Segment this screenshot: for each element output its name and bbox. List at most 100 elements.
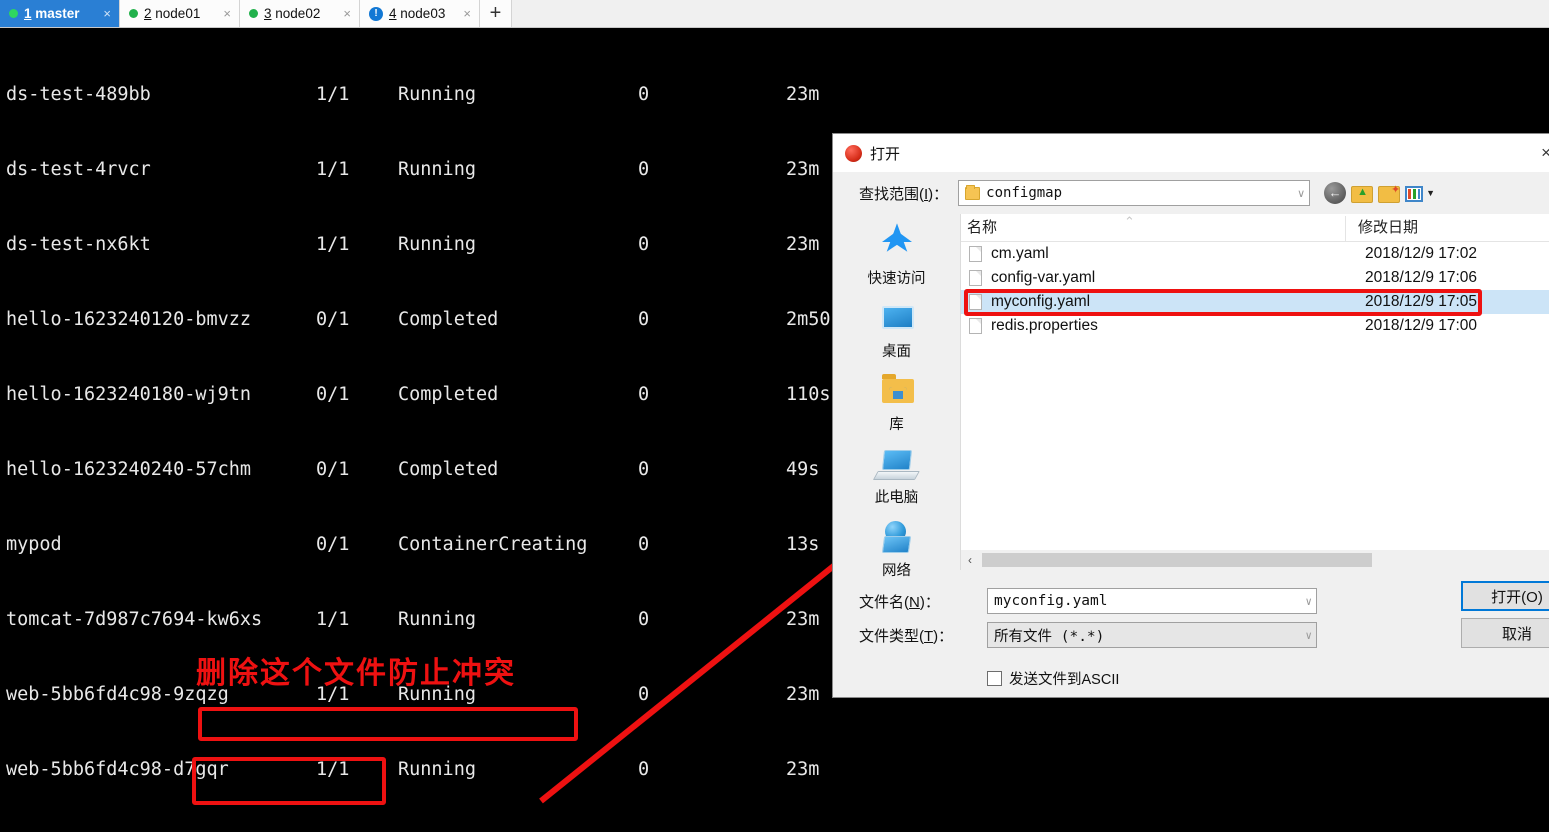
file-name: cm.yaml [991,245,1049,262]
horizontal-scrollbar[interactable]: ‹ [961,550,1549,570]
open-button[interactable]: 打开(O) [1461,581,1549,611]
filename-value: myconfig.yaml [994,593,1108,609]
terminal-tab-bar: 1 master × 2 node01 × 3 node02 × ! 4 nod… [0,0,1549,28]
chevron-down-icon[interactable]: ∨ [1305,629,1312,642]
close-icon[interactable]: × [211,6,231,21]
file-list-header: ⌃ 名称 修改日期 [961,214,1549,242]
dialog-toolbar: ← ▼ [1324,182,1435,204]
file-row-selected[interactable]: myconfig.yaml 2018/12/9 17:05 [961,290,1549,314]
file-date: 2018/12/9 17:02 [1365,245,1478,262]
tab-label: 3 node02 [264,6,320,21]
tab-number: 4 [389,6,397,21]
pod-row: ds-test-489bb 1/1 Running 0 23m [6,84,820,105]
place-label: 库 [889,417,904,433]
status-dot-icon [9,9,18,18]
scrollbar-track[interactable] [979,553,1549,567]
annotation-note: 删除这个文件防止冲突 [196,656,516,691]
tab-name: node02 [275,6,321,21]
filename-label: 文件名(N)： [859,593,940,611]
file-name: myconfig.yaml [991,293,1091,310]
tab-number: 1 [24,6,32,21]
scroll-left-icon[interactable]: ‹ [961,553,979,567]
file-date: 2018/12/9 17:06 [1365,269,1478,286]
tab-node01[interactable]: 2 node01 × [120,0,240,27]
up-folder-icon[interactable] [1351,185,1374,203]
cancel-button[interactable]: 取消 [1461,618,1549,648]
place-label: 快速访问 [867,271,926,287]
column-header-date[interactable]: 修改日期 [1346,216,1418,241]
close-icon[interactable]: × [451,6,471,21]
tab-number: 3 [264,6,272,21]
look-in-row: 查找范围(I)： configmap ∨ ← ▼ [833,172,1549,214]
app-logo-icon [845,144,862,162]
place-quick-access[interactable]: 快速访问 [833,224,960,291]
star-icon [875,227,919,265]
file-name: config-var.yaml [991,269,1096,286]
file-date: 2018/12/9 17:00 [1365,317,1478,334]
tab-name: node03 [400,6,446,21]
places-sidebar: 快速访问 桌面 库 此电脑 网络 [833,214,961,579]
this-pc-icon [875,446,919,484]
pod-row: web-5bb6fd4c98-d7gqr 1/1 Running 0 23m [6,759,820,780]
tab-label: 2 node01 [144,6,200,21]
place-desktop[interactable]: 桌面 [833,297,960,364]
sort-ascending-icon[interactable]: ⌃ [1124,214,1135,230]
file-icon [969,318,982,334]
look-in-combobox[interactable]: configmap ∨ [958,180,1311,206]
tab-label: 4 node03 [389,6,445,21]
file-name: redis.properties [991,317,1098,334]
dialog-form: 文件名(N)： myconfig.yaml ∨ 文件类型(T)： 所有文件 (*… [833,570,1549,689]
place-network[interactable]: 网络 [833,516,960,583]
status-dot-icon [129,9,138,18]
filetype-select[interactable]: 所有文件 (*.*) ∨ [987,622,1317,648]
file-list[interactable]: ⌃ 名称 修改日期 cm.yaml 2018/12/9 17:02 config… [961,214,1549,570]
file-icon [969,270,982,286]
desktop-icon [875,300,919,338]
chevron-down-icon[interactable]: ∨ [1305,595,1312,608]
filetype-value: 所有文件 (*.*) [994,628,1105,645]
filetype-label: 文件类型(T)： [859,627,954,645]
dialog-title-bar: 打开 × [833,134,1549,172]
dialog-title: 打开 [870,145,901,163]
network-icon [875,519,919,557]
scrollbar-thumb[interactable] [982,553,1372,567]
close-icon[interactable]: × [91,6,111,21]
file-icon [969,246,982,262]
file-row[interactable]: redis.properties 2018/12/9 17:00 [961,314,1549,338]
chevron-down-icon[interactable]: ▼ [1426,188,1435,198]
library-icon [875,373,919,411]
filetype-row: 文件类型(T)： 所有文件 (*.*) ∨ [833,618,1549,652]
status-dot-icon [249,9,258,18]
column-header-name[interactable]: 名称 [961,216,1346,241]
tab-name: node01 [155,6,201,21]
checkbox-icon[interactable] [987,671,1002,686]
place-label: 桌面 [882,344,911,360]
back-icon[interactable]: ← [1324,182,1347,204]
view-mode-icon[interactable] [1405,186,1424,202]
open-file-dialog: 打开 × 查找范围(I)： configmap ∨ ← ▼ 快速访 [832,133,1549,698]
close-icon[interactable]: × [1541,143,1549,163]
tab-node03[interactable]: ! 4 node03 × [360,0,480,27]
place-label: 此电脑 [874,490,919,506]
ascii-checkbox-row[interactable]: 发送文件到ASCII [833,668,1549,689]
close-icon[interactable]: × [331,6,351,21]
ascii-checkbox-label: 发送文件到ASCII [1009,672,1120,688]
new-folder-icon[interactable] [1378,183,1401,203]
chevron-down-icon[interactable]: ∨ [1297,187,1305,200]
info-alert-icon: ! [369,6,383,21]
tab-node02[interactable]: 3 node02 × [240,0,360,27]
file-row[interactable]: config-var.yaml 2018/12/9 17:06 [961,266,1549,290]
place-this-pc[interactable]: 此电脑 [833,443,960,510]
look-in-label: 查找范围(I)： [859,185,949,203]
app-root: 1 master × 2 node01 × 3 node02 × ! 4 nod… [0,0,1549,832]
dialog-body: 快速访问 桌面 库 此电脑 网络 ⌃ 名称 修改日期 cm.yaml 2018/… [833,214,1549,579]
new-tab-button[interactable]: + [480,0,512,27]
filename-input[interactable]: myconfig.yaml ∨ [987,588,1317,614]
place-library[interactable]: 库 [833,370,960,437]
place-label: 网络 [882,563,911,579]
file-row[interactable]: cm.yaml 2018/12/9 17:02 [961,242,1549,266]
tab-master[interactable]: 1 master × [0,0,120,27]
tab-name: master [35,6,80,21]
file-date: 2018/12/9 17:05 [1365,293,1478,310]
tab-label: 1 master [24,6,80,21]
